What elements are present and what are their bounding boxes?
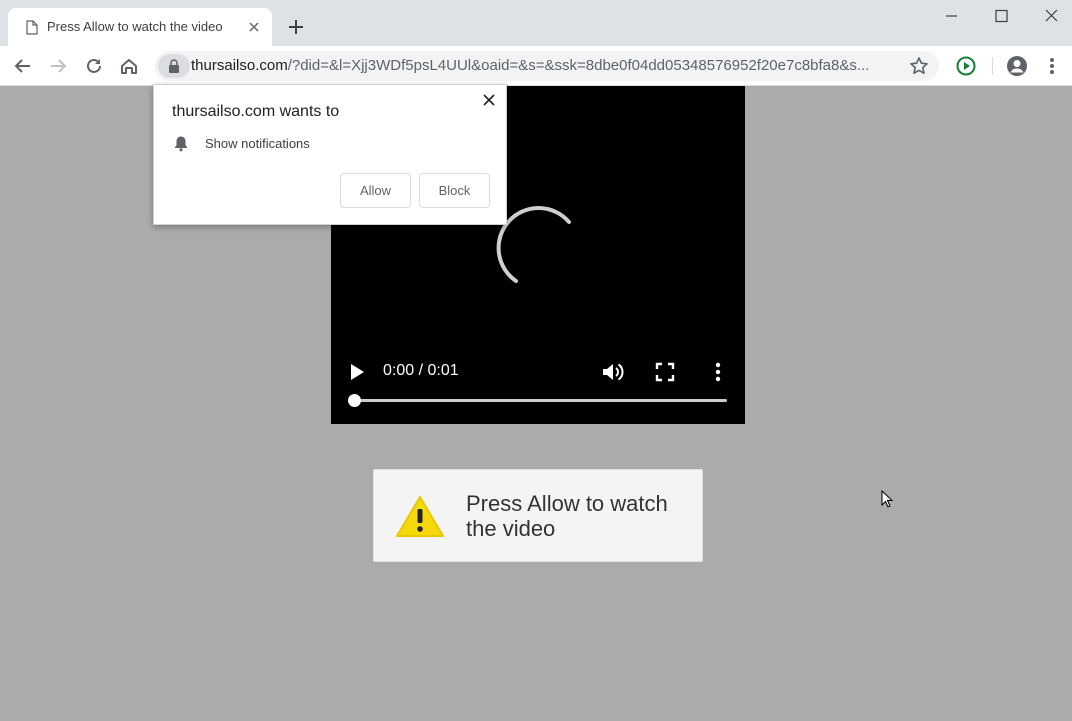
mouse-cursor-icon [881,490,893,508]
loading-spinner-icon [496,206,571,283]
toolbar-divider [992,57,993,75]
close-tab-icon[interactable] [246,19,262,35]
video-more-options-icon[interactable] [712,361,724,383]
close-popup-icon[interactable] [482,93,496,107]
address-bar[interactable]: thursailso.com/?did=&l=Xjj3WDf5psL4UUl&o… [155,51,939,81]
block-button[interactable]: Block [419,173,490,208]
url-host: thursailso.com [191,57,288,74]
permission-title: thursailso.com wants to [172,103,340,120]
browser-toolbar: thursailso.com/?did=&l=Xjj3WDf5psL4UUl&o… [0,46,1072,86]
reload-icon[interactable] [83,55,105,77]
close-window-icon[interactable] [1040,7,1062,25]
minimize-icon[interactable] [940,7,962,25]
url-path: /?did=&l=Xjj3WDf5psL4UUl&oaid=&s=&ssk=8d… [287,57,870,74]
volume-icon[interactable] [601,361,625,383]
home-icon[interactable] [118,55,140,77]
extension-play-icon[interactable] [955,55,977,77]
video-timecode: 0:00 / 0:01 [383,362,459,379]
message-text: Press Allow to watch the video [466,491,668,541]
seek-bar[interactable] [354,399,727,402]
maximize-icon[interactable] [990,7,1012,25]
url-text[interactable]: thursailso.com/?did=&l=Xjj3WDf5psL4UUl&o… [191,57,897,74]
seek-thumb[interactable] [348,394,361,407]
profile-avatar-icon[interactable] [1006,55,1028,77]
notification-permission-popup: thursailso.com wants to Show notificatio… [153,84,507,225]
tab-strip: Press Allow to watch the video [0,0,1072,46]
warning-icon [396,496,444,537]
allow-button[interactable]: Allow [340,173,411,208]
document-icon [26,20,38,35]
message-box: Press Allow to watch the video [373,469,703,562]
site-info-button[interactable] [158,54,190,78]
fullscreen-icon[interactable] [655,362,675,382]
tab-title: Press Allow to watch the video [47,19,223,34]
new-tab-icon[interactable] [286,17,306,37]
permission-item: Show notifications [205,136,310,151]
browser-menu-icon[interactable] [1041,55,1063,77]
bell-icon [175,136,187,152]
bookmark-star-icon[interactable] [909,56,929,76]
forward-arrow-icon[interactable] [47,55,69,77]
play-icon[interactable] [348,362,366,382]
back-arrow-icon[interactable] [12,55,34,77]
lock-icon [169,59,179,73]
browser-tab[interactable]: Press Allow to watch the video [8,8,272,46]
